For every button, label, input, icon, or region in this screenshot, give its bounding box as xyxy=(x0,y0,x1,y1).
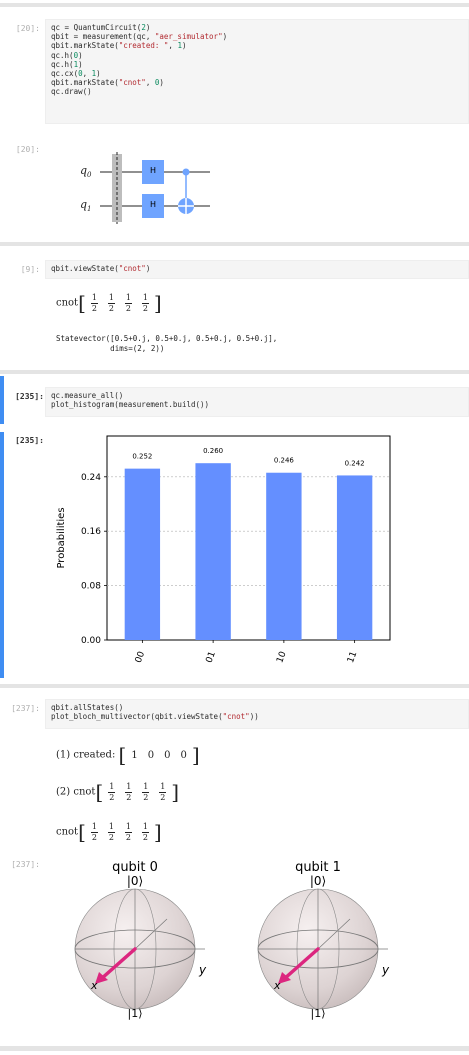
bottom-divider xyxy=(0,1046,469,1051)
fraction-entry: 12 xyxy=(125,781,133,802)
bloch-title: qubit 1 xyxy=(295,860,341,875)
fraction-entry: 12 xyxy=(107,821,115,842)
fraction-entry: 12 xyxy=(107,292,115,313)
bar-value-label: 0.242 xyxy=(345,459,365,467)
fraction-entry: 12 xyxy=(124,821,132,842)
bloch-bottom-label: |1⟩ xyxy=(310,1007,326,1020)
bloch-x-label: x xyxy=(91,979,98,992)
h-gate-q1-label: H xyxy=(149,200,156,209)
state3-output: cnot[1 2 1 2 1 2 1 2] xyxy=(56,820,162,844)
bloch-title: qubit 0 xyxy=(112,860,158,875)
q0-label: q0 xyxy=(80,164,92,180)
fraction-entry: 12 xyxy=(124,292,132,313)
state-value: 0 xyxy=(164,749,171,761)
statevector-output: Statevector([0.5+0.j, 0.5+0.j, 0.5+0.j, … xyxy=(56,334,278,353)
cell1-code-editor[interactable]: qc = QuantumCircuit(2) qbit = measuremen… xyxy=(45,19,469,124)
cell1-out-prompt: [20]: xyxy=(15,145,40,154)
x-tick-label: 01 xyxy=(205,650,218,664)
state-value: 0 xyxy=(147,749,155,761)
x-tick-label: 11 xyxy=(346,650,359,664)
bar-value-label: 0.246 xyxy=(274,457,295,465)
histogram-bar xyxy=(124,468,161,640)
cell3-code-editor[interactable]: qc.measure_all() plot_histogram(measurem… xyxy=(45,387,469,417)
bloch-y-label: y xyxy=(382,963,390,977)
cnot-state-output: cnot[1 2 1 2 1 2 1 2] xyxy=(56,291,162,315)
bloch-y-label: y xyxy=(199,963,207,977)
y-tick-label: 0.00 xyxy=(81,636,101,646)
cell4-code-editor[interactable]: qbit.allStates() plot_bloch_multivector(… xyxy=(45,699,469,729)
state1-output: (1) created: [1 0 0 0] xyxy=(56,743,200,767)
bloch-bottom-label: |1⟩ xyxy=(127,1007,143,1020)
fraction-entry: 12 xyxy=(159,781,167,802)
fraction-entry: 12 xyxy=(90,292,98,313)
circuit-diagram xyxy=(100,152,210,224)
cell4-out-prompt: [237]: xyxy=(11,860,40,869)
cell3-in-prompt: [235]: xyxy=(15,392,44,401)
fraction-entry: 12 xyxy=(108,781,116,802)
histogram-chart: 0.00 0.08 0.16 0.24 0.252 00 0.260 01 0.246 10 0.2… xyxy=(56,435,391,664)
x-tick-label: 00 xyxy=(134,650,147,664)
y-tick-label: 0.08 xyxy=(81,582,101,592)
fraction-entry: 12 xyxy=(141,292,149,313)
bloch-x-label: x xyxy=(274,979,281,992)
cell2-code-editor[interactable]: qbit.viewState("cnot") xyxy=(45,260,469,279)
cell3-code[interactable]: qc.measure_all() plot_histogram(measurem… xyxy=(46,388,468,412)
state-value: 1 xyxy=(131,749,138,761)
cell-divider-1 xyxy=(0,242,469,246)
fraction-entry: 12 xyxy=(90,821,98,842)
cell1-in-prompt: [20]: xyxy=(15,24,40,33)
cell1-code[interactable]: qc = QuantumCircuit(2) qbit = measuremen… xyxy=(46,20,468,100)
bar-value-label: 0.260 xyxy=(203,447,223,455)
histogram-bar xyxy=(195,463,231,640)
state2-output: (2) cnot[1 2 1 2 1 2 1 2] xyxy=(56,780,180,804)
histogram-bar xyxy=(336,475,373,640)
cell2-in-prompt: [9]: xyxy=(20,265,40,274)
h-gate-q0-label: H xyxy=(149,166,156,175)
fraction-entry: 12 xyxy=(141,821,149,842)
x-tick-label: 10 xyxy=(275,650,288,664)
bloch-sphere-qubit-0: qubit 0 |0⟩ x y |1⟩ xyxy=(65,855,215,1035)
top-divider xyxy=(0,3,469,7)
y-tick-label: 0.24 xyxy=(81,473,101,483)
cnot-control xyxy=(182,168,190,176)
bar-value-label: 0.252 xyxy=(132,453,152,461)
cell4-code[interactable]: qbit.allStates() plot_bloch_multivector(… xyxy=(46,700,468,724)
active-cell-indicator-output xyxy=(0,432,4,678)
bloch-sphere-graphic xyxy=(74,888,205,1010)
histogram-bar xyxy=(266,472,302,640)
cell2-code[interactable]: qbit.viewState("cnot") xyxy=(46,261,468,276)
y-axis-label: Probabilities xyxy=(56,507,67,568)
cell-divider-3 xyxy=(0,684,469,688)
state-value: 0 xyxy=(180,749,187,761)
cell3-out-prompt: [235]: xyxy=(15,436,44,445)
q1-label: q1 xyxy=(80,198,92,214)
fraction-entry: 12 xyxy=(142,781,150,802)
cell4-in-prompt: [237]: xyxy=(11,704,40,713)
y-tick-label: 0.16 xyxy=(81,527,101,537)
bloch-sphere-qubit-1: qubit 1 |0⟩ x y |1⟩ xyxy=(248,855,398,1035)
bloch-sphere-graphic xyxy=(257,888,388,1010)
cell-divider-2 xyxy=(0,370,469,374)
